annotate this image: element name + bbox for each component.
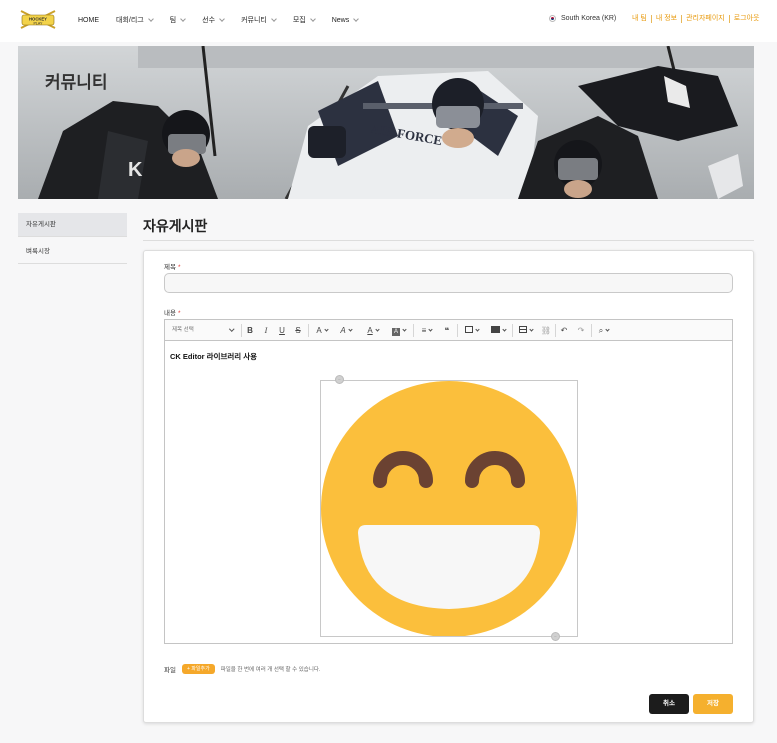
required-mark: *	[177, 264, 181, 271]
chevron-down-icon	[228, 326, 234, 332]
grinning-face-emoji-icon	[321, 381, 577, 637]
menu-item-competition[interactable]: 대회/리그	[116, 15, 154, 25]
top-nav: HOCKEY PLAY HOME 대회/리그 팀 선수 커뮤니티 모집 News…	[0, 0, 777, 42]
image-icon[interactable]	[461, 324, 483, 337]
bold-icon[interactable]: B	[244, 324, 256, 337]
content-label: 내용 *	[164, 307, 181, 317]
title-label: 제목 *	[164, 261, 181, 271]
toolbar-separator	[413, 324, 414, 337]
toolbar-separator	[457, 324, 458, 337]
save-button[interactable]: 저장	[693, 694, 733, 714]
blockquote-icon[interactable]: ❝	[441, 324, 453, 337]
font-color-icon[interactable]: A	[363, 324, 383, 337]
chevron-down-icon	[147, 16, 154, 22]
menu-item-home[interactable]: HOME	[78, 15, 99, 25]
admin-page-link[interactable]: 관리자페이지	[681, 15, 729, 23]
find-replace-icon[interactable]: ⌕	[593, 324, 615, 337]
file-label: 파일	[164, 667, 176, 674]
chevron-down-icon	[270, 16, 277, 22]
my-info-link[interactable]: 내 정보	[650, 15, 681, 23]
embedded-image[interactable]	[320, 380, 578, 637]
editor-toolbar: 제목 선택 B I U S A A A A ≡ ❝ ⛓ ↶ ↷ ⌕	[165, 320, 732, 341]
page-title: 자유게시판	[143, 218, 208, 234]
editor-content-area[interactable]: CK Editor 라이브러리 사용 ↔ ↔	[165, 342, 732, 643]
chevron-down-icon	[219, 16, 225, 22]
font-family-icon[interactable]: A	[336, 324, 356, 337]
file-help-text: 파일을 한 번에 여러 개 선택 할 수 있습니다.	[220, 667, 321, 673]
required-mark: *	[177, 310, 181, 317]
menu-label: 선수	[202, 17, 216, 24]
redo-icon[interactable]: ↷	[575, 324, 587, 337]
add-file-button[interactable]: + 파일추가	[181, 664, 215, 674]
menu-item-team[interactable]: 팀	[169, 15, 187, 25]
toolbar-separator	[241, 324, 242, 337]
hockey-players-image: K AIR FORCE	[18, 46, 754, 199]
strikethrough-icon[interactable]: S	[292, 324, 304, 337]
link-icon[interactable]: ⛓	[540, 324, 552, 337]
font-background-icon[interactable]: A	[389, 324, 409, 337]
menu-item-recruit[interactable]: 모집	[292, 15, 316, 25]
heading-select[interactable]: 제목 선택	[167, 323, 237, 338]
title-input[interactable]	[164, 273, 733, 293]
main-menu: HOME 대회/리그 팀 선수 커뮤니티 모집 News	[78, 15, 375, 25]
toolbar-separator	[512, 324, 513, 337]
toolbar-separator	[591, 324, 592, 337]
rich-text-editor: 제목 선택 B I U S A A A A ≡ ❝ ⛓ ↶ ↷ ⌕ CK Edi…	[164, 319, 733, 644]
file-row: 파일 + 파일추가 파일을 한 번에 여러 개 선택 할 수 있습니다.	[164, 664, 320, 674]
menu-item-player[interactable]: 선수	[202, 15, 225, 25]
resize-handle[interactable]: ↔	[335, 375, 344, 384]
editor-content-text: CK Editor 라이브러리 사용	[170, 352, 258, 361]
hero-title: 커뮤니티	[45, 73, 108, 92]
logout-link[interactable]: 로그아웃	[728, 15, 764, 23]
svg-text:PLAY: PLAY	[34, 22, 44, 26]
italic-icon[interactable]: I	[260, 324, 272, 337]
heading-select-label: 제목 선택	[172, 327, 194, 333]
title-label-text: 제목	[164, 264, 176, 271]
menu-item-news[interactable]: News	[331, 15, 360, 25]
user-links: 내 팀 내 정보 관리자페이지 로그아웃	[632, 15, 764, 23]
hero-banner: K AIR FORCE 커뮤니티	[18, 46, 754, 199]
korea-flag-icon	[549, 15, 556, 22]
country-selector[interactable]: South Korea (KR)	[549, 15, 616, 22]
undo-icon[interactable]: ↶	[558, 324, 570, 337]
menu-label: 모집	[292, 17, 306, 24]
toolbar-separator	[555, 324, 556, 337]
resize-handle[interactable]: ↔	[551, 632, 560, 641]
menu-item-community[interactable]: 커뮤니티	[241, 15, 277, 25]
underline-icon[interactable]: U	[276, 324, 288, 337]
menu-label: HOME	[78, 16, 99, 24]
font-size-icon[interactable]: A	[312, 324, 332, 337]
menu-label: 대회/리그	[116, 17, 144, 24]
table-icon[interactable]	[515, 324, 537, 337]
country-label: South Korea (KR)	[561, 15, 617, 22]
hockey-play-logo[interactable]: HOCKEY PLAY	[18, 6, 58, 32]
cancel-button[interactable]: 취소	[649, 694, 689, 714]
menu-label: News	[331, 16, 350, 24]
chevron-down-icon	[309, 16, 316, 22]
menu-label: 커뮤니티	[241, 17, 267, 24]
sidebar-item-flea-market[interactable]: 벼룩시장	[18, 240, 127, 264]
chevron-down-icon	[180, 16, 187, 22]
menu-label: 팀	[169, 17, 177, 24]
chevron-down-icon	[353, 16, 360, 22]
content-label-text: 내용	[164, 310, 176, 317]
align-icon[interactable]: ≡	[417, 324, 437, 337]
svg-text:K: K	[128, 159, 143, 181]
my-team-link[interactable]: 내 팀	[632, 15, 651, 23]
media-icon[interactable]	[487, 324, 509, 337]
toolbar-separator	[308, 324, 309, 337]
sidebar-item-free-board[interactable]: 자유게시판	[18, 213, 127, 237]
divider	[143, 240, 754, 241]
